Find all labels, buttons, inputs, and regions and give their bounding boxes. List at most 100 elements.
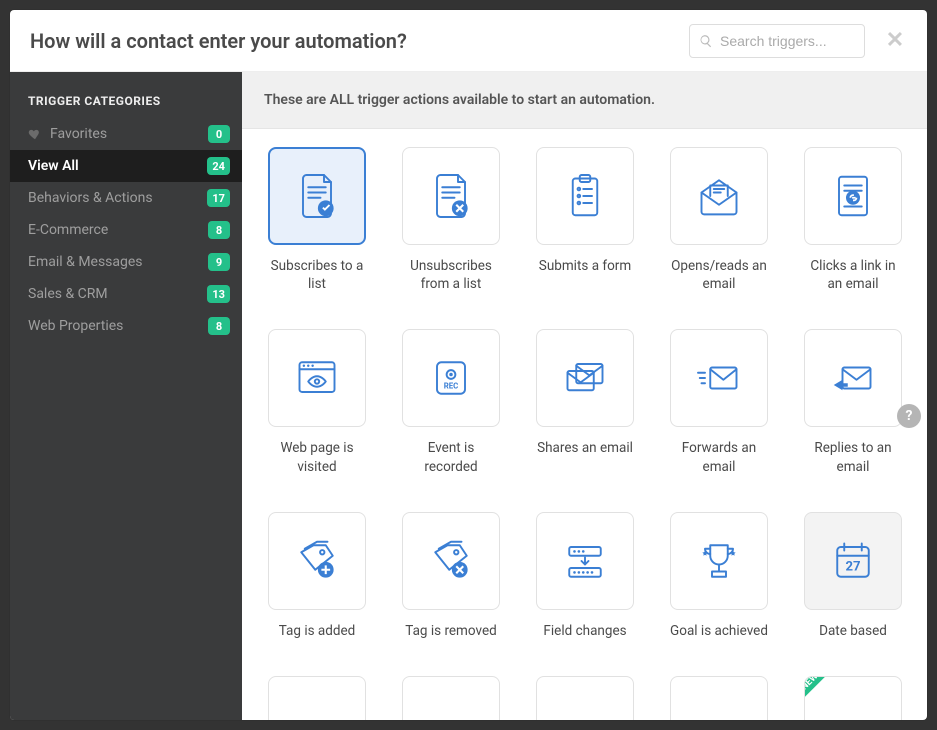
tile: 27 [804, 512, 902, 610]
sidebar-item-label: View All [28, 158, 207, 174]
tag-x-icon [423, 533, 479, 589]
tile [670, 329, 768, 427]
modal-header: How will a contact enter your automation… [10, 10, 927, 72]
modal-body: TRIGGER CATEGORIES Favorites 0 View All … [10, 72, 927, 720]
trigger-tag-added[interactable]: Tag is added [268, 512, 366, 640]
trigger-webpage-visited[interactable]: Web page is visited [268, 329, 366, 475]
heart-icon [28, 127, 42, 141]
forward-envelope-icon [691, 350, 747, 406]
tile [670, 512, 768, 610]
tile [402, 147, 500, 245]
sidebar-item-email-messages[interactable]: Email & Messages 9 [10, 246, 242, 278]
sidebar-item-favorites[interactable]: Favorites 0 [10, 118, 242, 150]
clipboard-icon [557, 168, 613, 224]
open-envelope-icon [691, 168, 747, 224]
trigger-tag-removed[interactable]: Tag is removed [402, 512, 500, 640]
count-badge: 0 [208, 125, 230, 143]
sidebar-item-label: Sales & CRM [28, 286, 207, 302]
trigger-label: Tag is added [279, 622, 356, 640]
tile [268, 329, 366, 427]
trigger-item[interactable] [268, 676, 366, 720]
sidebar-item-label: E-Commerce [28, 222, 208, 238]
sidebar: TRIGGER CATEGORIES Favorites 0 View All … [10, 72, 242, 720]
new-ribbon: NEW [804, 676, 835, 707]
content-area: These are ALL trigger actions available … [242, 72, 927, 720]
search-input[interactable] [689, 24, 865, 58]
trigger-label: Date based [819, 622, 887, 640]
tile [804, 147, 902, 245]
trigger-forwards-email[interactable]: Forwards an email [670, 329, 768, 475]
trigger-label: Unsubscribes from a list [402, 257, 500, 293]
trigger-grid-scroll[interactable]: Subscribes to a list Uns [242, 129, 927, 720]
trigger-event-recorded[interactable]: REC Event is recorded [402, 329, 500, 475]
trigger-item[interactable] [536, 676, 634, 720]
trigger-shares-email[interactable]: Shares an email [536, 329, 634, 475]
trigger-item[interactable] [402, 676, 500, 720]
document-check-icon [289, 168, 345, 224]
trigger-picker-modal: How will a contact enter your automation… [10, 10, 927, 720]
trigger-label: Web page is visited [268, 439, 366, 475]
trophy-icon [691, 533, 747, 589]
tile [402, 512, 500, 610]
sidebar-item-label: Favorites [50, 126, 208, 142]
count-badge: 13 [207, 285, 230, 303]
trigger-replies-email[interactable]: Replies to an email [804, 329, 902, 475]
sidebar-item-sales-crm[interactable]: Sales & CRM 13 [10, 278, 242, 310]
svg-text:REC: REC [444, 382, 459, 391]
tile: NEW [804, 676, 902, 720]
modal-title: How will a contact enter your automation… [30, 29, 689, 53]
trigger-label: Tag is removed [405, 622, 496, 640]
notice-bar: These are ALL trigger actions available … [242, 72, 927, 129]
trigger-opens-email[interactable]: Opens/reads an email [670, 147, 768, 293]
trigger-label: Forwards an email [670, 439, 768, 475]
search-wrap [689, 24, 865, 58]
trigger-clicks-link[interactable]: Clicks a link in an email [804, 147, 902, 293]
tile [536, 512, 634, 610]
trigger-grid: Subscribes to a list Uns [268, 147, 901, 720]
trigger-date-based[interactable]: 27 Date based [804, 512, 902, 640]
tile [268, 512, 366, 610]
trigger-item[interactable] [670, 676, 768, 720]
svg-text:27: 27 [845, 560, 860, 575]
help-button[interactable]: ? [897, 404, 921, 428]
document-x-icon [423, 168, 479, 224]
trigger-label: Replies to an email [804, 439, 902, 475]
document-link-icon [825, 168, 881, 224]
record-icon: REC [423, 350, 479, 406]
browser-eye-icon [289, 350, 345, 406]
sidebar-item-view-all[interactable]: View All 24 [10, 150, 242, 182]
close-icon: ✕ [886, 28, 904, 53]
count-badge: 17 [207, 189, 230, 207]
search-icon [699, 34, 713, 48]
trigger-field-changes[interactable]: Field changes [536, 512, 634, 640]
count-badge: 24 [207, 157, 230, 175]
tile [670, 147, 768, 245]
double-envelope-icon [557, 350, 613, 406]
tile [536, 329, 634, 427]
trigger-unsubscribes-list[interactable]: Unsubscribes from a list [402, 147, 500, 293]
tile [536, 676, 634, 720]
calendar-icon: 27 [825, 533, 881, 589]
reply-envelope-icon [825, 350, 881, 406]
tile: REC [402, 329, 500, 427]
tile [268, 147, 366, 245]
sidebar-heading: TRIGGER CATEGORIES [10, 94, 242, 118]
tile [268, 676, 366, 720]
trigger-label: Opens/reads an email [670, 257, 768, 293]
close-button[interactable]: ✕ [883, 29, 907, 53]
trigger-subscribes-list[interactable]: Subscribes to a list [268, 147, 366, 293]
trigger-submits-form[interactable]: Submits a form [536, 147, 634, 293]
sidebar-item-behaviors-actions[interactable]: Behaviors & Actions 17 [10, 182, 242, 214]
tile [804, 329, 902, 427]
question-icon: ? [906, 408, 913, 424]
count-badge: 8 [208, 317, 230, 335]
trigger-label: Event is recorded [402, 439, 500, 475]
sidebar-item-label: Behaviors & Actions [28, 190, 207, 206]
trigger-item[interactable]: NEW [804, 676, 902, 720]
tile [670, 676, 768, 720]
trigger-goal-achieved[interactable]: Goal is achieved [670, 512, 768, 640]
sidebar-item-ecommerce[interactable]: E-Commerce 8 [10, 214, 242, 246]
count-badge: 8 [208, 221, 230, 239]
trigger-label: Field changes [543, 622, 626, 640]
sidebar-item-web-properties[interactable]: Web Properties 8 [10, 310, 242, 342]
